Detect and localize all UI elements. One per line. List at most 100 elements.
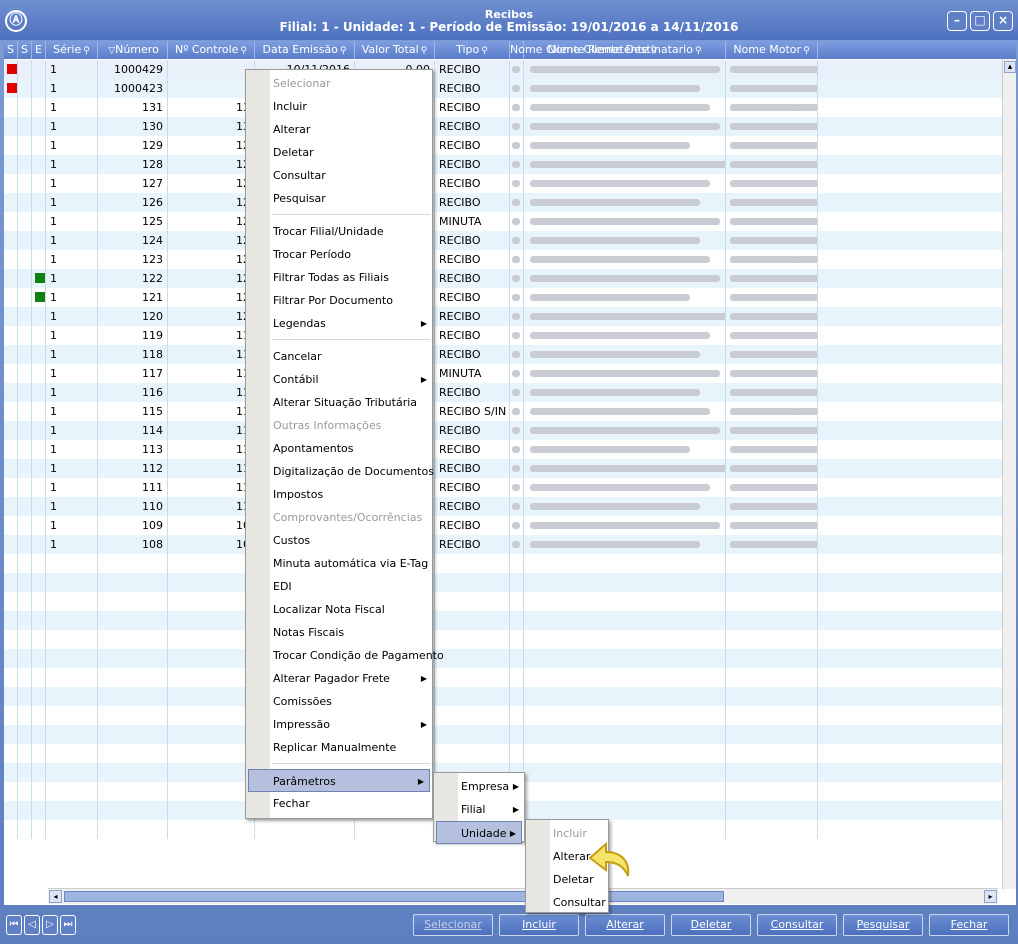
menu-item-legendas[interactable]: Legendas ▶ bbox=[246, 312, 432, 335]
column-header[interactable]: Data Emissão ⚲ bbox=[255, 41, 355, 59]
table-row[interactable]: 1120120RECIBO bbox=[4, 307, 1016, 326]
table-row[interactable] bbox=[4, 744, 1016, 763]
search-icon[interactable]: ⚲ bbox=[695, 46, 702, 56]
menu-item-filial[interactable]: Filial ▶ bbox=[434, 798, 524, 821]
menu-item-notas-fiscais[interactable]: Notas Fiscais bbox=[246, 621, 432, 644]
menu-item-impostos[interactable]: Impostos bbox=[246, 483, 432, 506]
menu-item-deletar[interactable]: Deletar bbox=[246, 141, 432, 164]
table-row[interactable]: 1116110RECIBO bbox=[4, 383, 1016, 402]
menu-item-parametros[interactable]: Parâmetros ▶ bbox=[248, 769, 430, 792]
menu-item-filtrar-por-documento[interactable]: Filtrar Por Documento bbox=[246, 289, 432, 312]
table-row[interactable]: 1123120RECIBO bbox=[4, 250, 1016, 269]
column-header[interactable]: S bbox=[18, 41, 32, 59]
menu-item-alterar-pagador-frete[interactable]: Alterar Pagador Frete ▶ bbox=[246, 667, 432, 690]
column-header[interactable]: ▽Número bbox=[98, 41, 168, 59]
first-button[interactable]: ⏮ bbox=[6, 915, 22, 935]
table-row[interactable] bbox=[4, 668, 1016, 687]
table-row[interactable] bbox=[4, 706, 1016, 725]
menu-item-fechar[interactable]: Fechar bbox=[246, 792, 432, 815]
scroll-right-icon[interactable]: ▸ bbox=[984, 890, 997, 903]
table-row[interactable]: 1115110RECIBO S/IN bbox=[4, 402, 1016, 421]
menu-item-custos[interactable]: Custos bbox=[246, 529, 432, 552]
deletar-button[interactable]: Deletar bbox=[671, 914, 751, 936]
table-row[interactable] bbox=[4, 649, 1016, 668]
table-row[interactable]: 1108100RECIBO bbox=[4, 535, 1016, 554]
column-header[interactable]: Nome Cliente Remetente ⚲ bbox=[510, 41, 657, 59]
search-icon[interactable]: ⚲ bbox=[340, 46, 347, 56]
menu-item-consultar[interactable]: Consultar bbox=[526, 891, 608, 914]
table-row[interactable]: 1124120RECIBO bbox=[4, 231, 1016, 250]
table-row[interactable] bbox=[4, 725, 1016, 744]
menu-item-digitalizacao-de-documentos[interactable]: Digitalização de Documentos bbox=[246, 460, 434, 483]
close-button[interactable]: × bbox=[993, 11, 1013, 31]
menu-item-localizar-nota-fiscal[interactable]: Localizar Nota Fiscal bbox=[246, 598, 432, 621]
next-button[interactable]: ▷ bbox=[42, 915, 58, 935]
menu-item-impressao[interactable]: Impressão ▶ bbox=[246, 713, 432, 736]
table-row[interactable] bbox=[4, 611, 1016, 630]
table-row[interactable]: 1118110RECIBO bbox=[4, 345, 1016, 364]
consultar-button[interactable]: Consultar bbox=[757, 914, 837, 936]
menu-item-pesquisar[interactable]: Pesquisar bbox=[246, 187, 432, 210]
menu-item-consultar[interactable]: Consultar bbox=[246, 164, 432, 187]
column-header[interactable]: Nº Controle ⚲ bbox=[168, 41, 255, 59]
column-header[interactable]: Nome Motor ⚲ bbox=[726, 41, 818, 59]
table-row[interactable]: 1112110RECIBO bbox=[4, 459, 1016, 478]
search-icon[interactable]: ⚲ bbox=[421, 46, 428, 56]
menu-item-trocar-filial-unidade[interactable]: Trocar Filial/Unidade bbox=[246, 220, 432, 243]
search-icon[interactable]: ⚲ bbox=[803, 46, 810, 56]
search-icon[interactable]: ⚲ bbox=[240, 46, 247, 56]
table-row[interactable]: 1109100RECIBO bbox=[4, 516, 1016, 535]
menu-item-unidade[interactable]: Unidade ▶ bbox=[436, 821, 522, 844]
menu-item-alterar-situacao-tributaria[interactable]: Alterar Situação Tributária bbox=[246, 391, 432, 414]
scroll-thumb[interactable] bbox=[64, 891, 724, 902]
menu-item-apontamentos[interactable]: Apontamentos bbox=[246, 437, 432, 460]
table-row[interactable] bbox=[4, 554, 1016, 573]
search-icon[interactable]: ⚲ bbox=[83, 46, 90, 56]
vertical-scrollbar[interactable]: ▴ bbox=[1002, 59, 1016, 889]
table-row[interactable]: 1127120RECIBO bbox=[4, 174, 1016, 193]
table-row[interactable]: 1113110RECIBO bbox=[4, 440, 1016, 459]
table-row[interactable]: 1100042910/11/20160,00RECIBO bbox=[4, 60, 1016, 79]
menu-item-incluir[interactable]: Incluir bbox=[246, 95, 432, 118]
scroll-up-icon[interactable]: ▴ bbox=[1004, 61, 1016, 73]
prev-button[interactable]: ◁ bbox=[24, 915, 40, 935]
menu-item-minuta-automatica-via-e-tag[interactable]: Minuta automática via E-Tag bbox=[246, 552, 432, 575]
table-row[interactable]: 1125120MINUTA bbox=[4, 212, 1016, 231]
menu-item-filtrar-todas-as-filiais[interactable]: Filtrar Todas as Filiais bbox=[246, 266, 432, 289]
column-header[interactable]: E bbox=[32, 41, 46, 59]
last-button[interactable]: ⏭ bbox=[60, 915, 76, 935]
menu-item-trocar-periodo[interactable]: Trocar Período bbox=[246, 243, 432, 266]
horizontal-scrollbar[interactable]: ◂ ▸ bbox=[48, 888, 998, 904]
column-header[interactable]: Série ⚲ bbox=[46, 41, 98, 59]
search-icon[interactable]: ⚲ bbox=[481, 46, 488, 56]
table-row[interactable] bbox=[4, 592, 1016, 611]
table-row[interactable]: 1117110MINUTA bbox=[4, 364, 1016, 383]
table-row[interactable]: 1129120RECIBO bbox=[4, 136, 1016, 155]
table-row[interactable]: 1126120RECIBO bbox=[4, 193, 1016, 212]
alterar-button[interactable]: Alterar bbox=[585, 914, 665, 936]
table-row[interactable]: 1122120RECIBO bbox=[4, 269, 1016, 288]
incluir-button[interactable]: Incluir bbox=[499, 914, 579, 936]
table-row[interactable]: 1121120RECIBO bbox=[4, 288, 1016, 307]
table-row[interactable]: 1130130RECIBO bbox=[4, 117, 1016, 136]
menu-item-alterar[interactable]: Alterar bbox=[246, 118, 432, 141]
column-header[interactable]: S bbox=[4, 41, 18, 59]
table-row[interactable]: 110004230RECIBO bbox=[4, 79, 1016, 98]
table-row[interactable]: 1114110RECIBO bbox=[4, 421, 1016, 440]
minimize-button[interactable]: – bbox=[947, 11, 967, 31]
menu-item-replicar-manualmente[interactable]: Replicar Manualmente bbox=[246, 736, 432, 759]
menu-item-comissoes[interactable]: Comissões bbox=[246, 690, 432, 713]
menu-item-edi[interactable]: EDI bbox=[246, 575, 432, 598]
fechar-button[interactable]: Fechar bbox=[929, 914, 1009, 936]
menu-item-cancelar[interactable]: Cancelar bbox=[246, 345, 432, 368]
table-row[interactable]: 1128120RECIBO bbox=[4, 155, 1016, 174]
table-row[interactable] bbox=[4, 687, 1016, 706]
table-row[interactable] bbox=[4, 630, 1016, 649]
menu-item-empresa[interactable]: Empresa ▶ bbox=[434, 775, 524, 798]
menu-item-contabil[interactable]: Contábil ▶ bbox=[246, 368, 432, 391]
pesquisar-button[interactable]: Pesquisar bbox=[843, 914, 923, 936]
column-header[interactable]: Valor Total ⚲ bbox=[355, 41, 435, 59]
table-row[interactable]: 1131130RECIBO bbox=[4, 98, 1016, 117]
column-header[interactable]: Nome Cliente Destinatario ⚲ bbox=[524, 41, 726, 59]
menu-item-trocar-condicao-de-pagamento[interactable]: Trocar Condição de Pagamento bbox=[246, 644, 444, 667]
